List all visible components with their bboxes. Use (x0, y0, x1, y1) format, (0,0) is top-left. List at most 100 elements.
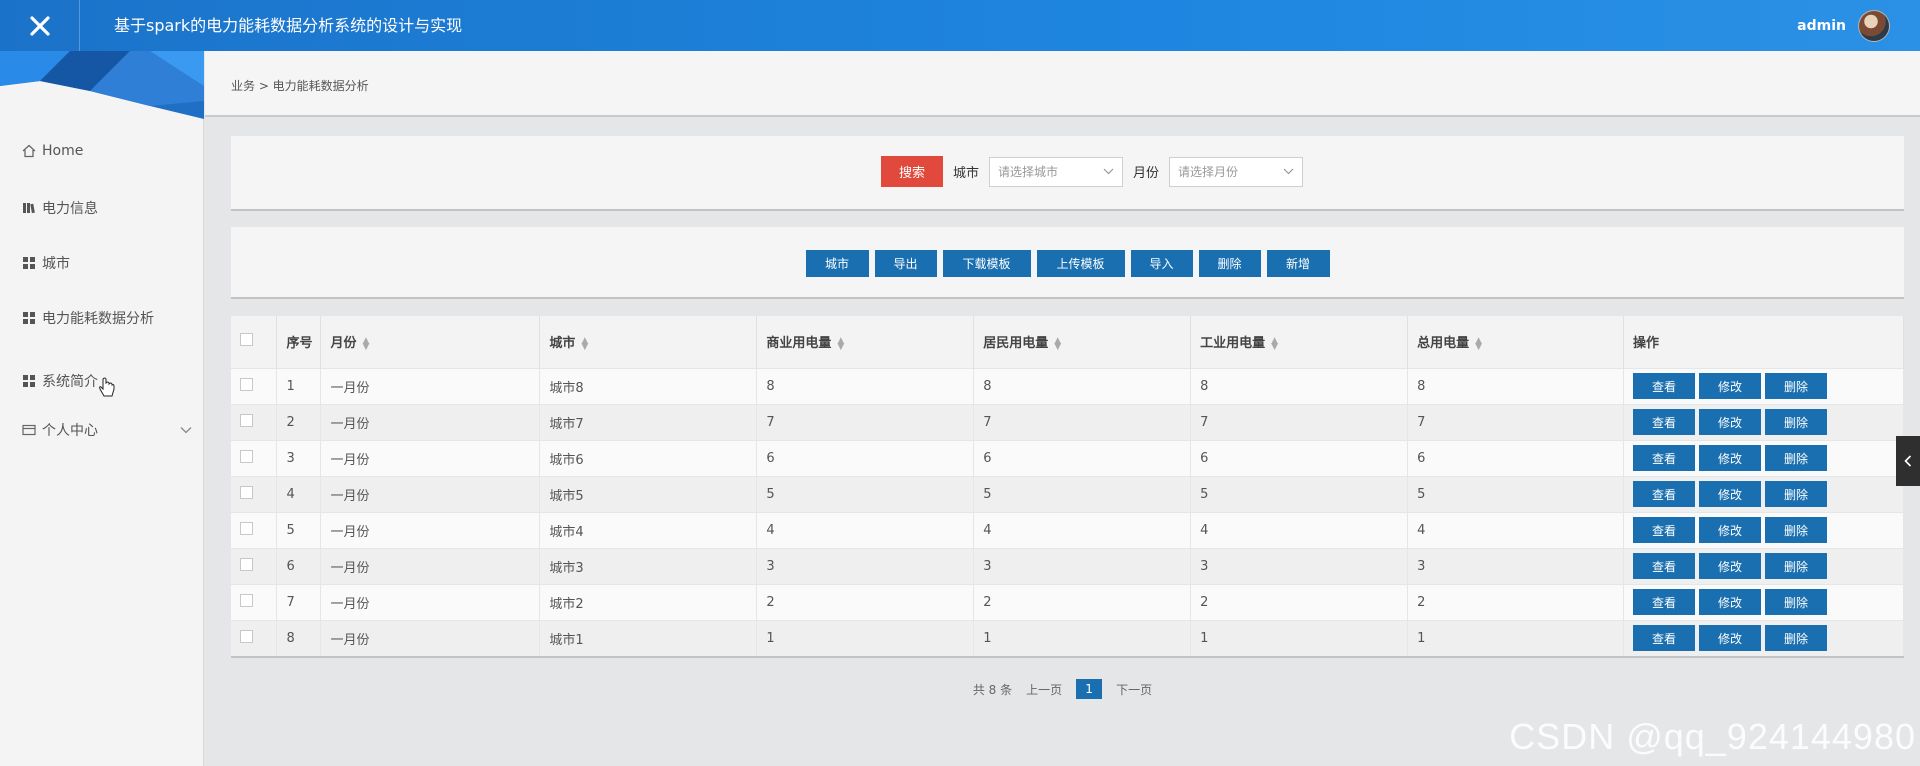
table-row[interactable]: 2 一月份 城市7 7 7 7 7 查看 修改 删除 (231, 403, 1904, 440)
table-row[interactable]: 3 一月份 城市6 6 6 6 6 查看 修改 删除 (231, 439, 1904, 476)
sort-icon[interactable]: ▲ ▼ (581, 336, 588, 351)
sidebar-item-city[interactable]: 城市 (22, 253, 192, 273)
cell-city: 城市3 (539, 547, 758, 584)
select-all-checkbox[interactable] (240, 333, 253, 347)
sort-icon[interactable]: ▲ ▼ (362, 336, 369, 351)
close-button[interactable] (0, 0, 80, 51)
city-button[interactable]: 城市 (805, 250, 869, 277)
edit-button[interactable]: 修改 (1699, 625, 1761, 652)
view-button[interactable]: 查看 (1633, 589, 1695, 615)
sort-icon[interactable]: ▲ ▼ (1054, 336, 1061, 351)
row-checkbox[interactable] (240, 485, 253, 499)
view-button[interactable]: 查看 (1633, 625, 1695, 652)
next-page[interactable]: 下一页 (1116, 681, 1152, 698)
row-checkbox[interactable] (240, 449, 253, 463)
month-select[interactable]: 请选择月份 (1169, 156, 1304, 187)
sidebar-item-label: Home (42, 143, 84, 159)
download-template-button[interactable]: 下载模板 (942, 250, 1031, 277)
cell-month: 一月份 (320, 547, 541, 584)
row-delete-button[interactable]: 删除 (1765, 553, 1827, 579)
collapse-panel-toggle[interactable] (1896, 436, 1920, 486)
view-button[interactable]: 查看 (1633, 481, 1695, 507)
row-delete-button[interactable]: 删除 (1765, 373, 1827, 399)
view-button[interactable]: 查看 (1633, 409, 1695, 435)
row-checkbox[interactable] (240, 521, 253, 535)
sidebar-item-system-intro[interactable]: 系统简介 (22, 363, 192, 399)
sidebar-item-label: 个人中心 (42, 423, 98, 439)
column-header-industrial[interactable]: 工业用电量 ▲ ▼ (1190, 316, 1409, 368)
row-delete-button[interactable]: 删除 (1765, 481, 1827, 507)
cell-industrial: 3 (1190, 547, 1409, 584)
row-checkbox[interactable] (240, 413, 253, 427)
row-select-cell (231, 439, 278, 476)
table-row[interactable]: 7 一月份 城市2 2 2 2 2 查看 修改 删除 (231, 583, 1904, 620)
row-delete-button[interactable]: 删除 (1765, 625, 1827, 652)
edit-button[interactable]: 修改 (1699, 445, 1761, 471)
delete-button[interactable]: 删除 (1198, 250, 1261, 277)
row-delete-button[interactable]: 删除 (1765, 409, 1827, 435)
row-delete-button[interactable]: 删除 (1765, 517, 1827, 543)
sidebar-item-power-info[interactable]: 电力信息 (22, 198, 192, 218)
edit-button[interactable]: 修改 (1699, 553, 1761, 579)
column-header-city[interactable]: 城市 ▲ ▼ (539, 316, 758, 368)
view-button[interactable]: 查看 (1633, 553, 1695, 579)
cell-industrial: 7 (1190, 403, 1409, 440)
export-button[interactable]: 导出 (874, 250, 937, 277)
table-row[interactable]: 1 一月份 城市8 8 8 8 8 查看 修改 删除 (231, 367, 1904, 404)
search-button[interactable]: 搜索 (881, 156, 943, 187)
row-checkbox[interactable] (240, 557, 253, 571)
sidebar-item-personal-center[interactable]: 个人中心 (22, 420, 192, 440)
edit-button[interactable]: 修改 (1699, 481, 1761, 507)
close-icon (29, 15, 50, 36)
edit-button[interactable]: 修改 (1699, 373, 1761, 399)
grid-icon (22, 311, 36, 325)
upload-template-button[interactable]: 上传模板 (1036, 250, 1125, 277)
user-name[interactable]: admin (1797, 18, 1846, 34)
import-button[interactable]: 导入 (1130, 250, 1193, 277)
cell-residential: 3 (973, 547, 1192, 584)
table-row[interactable]: 4 一月份 城市5 5 5 5 5 查看 修改 删除 (231, 475, 1904, 512)
row-delete-button[interactable]: 删除 (1765, 445, 1827, 471)
row-checkbox[interactable] (240, 629, 253, 643)
breadcrumb: 业务 > 电力能耗数据分析 (231, 79, 369, 93)
row-delete-button[interactable]: 删除 (1765, 589, 1827, 615)
sort-icon[interactable]: ▲ ▼ (837, 336, 844, 351)
edit-button[interactable]: 修改 (1699, 517, 1761, 543)
column-header-label: 城市 (549, 336, 576, 352)
cell-no: 4 (276, 475, 322, 512)
table-row[interactable]: 6 一月份 城市3 3 3 3 3 查看 修改 删除 (231, 547, 1904, 584)
prev-page[interactable]: 上一页 (1026, 681, 1062, 698)
table-row[interactable]: 8 一月份 城市1 1 1 1 1 查看 修改 删除 (231, 619, 1904, 656)
row-select-cell (231, 547, 278, 584)
city-select[interactable]: 请选择城市 (989, 156, 1124, 187)
table-row[interactable]: 5 一月份 城市4 4 4 4 4 查看 修改 删除 (231, 511, 1904, 548)
cell-city: 城市6 (539, 439, 758, 476)
row-checkbox[interactable] (240, 377, 253, 391)
column-header-month[interactable]: 月份 ▲ ▼ (320, 316, 541, 368)
avatar[interactable] (1858, 9, 1890, 42)
row-checkbox[interactable] (240, 593, 253, 607)
column-header-commercial[interactable]: 商业用电量 ▲ ▼ (756, 316, 975, 368)
column-header-residential[interactable]: 居民用电量 ▲ ▼ (973, 316, 1192, 368)
add-button[interactable]: 新增 (1266, 250, 1330, 277)
sort-icon[interactable]: ▲ ▼ (1271, 336, 1278, 351)
current-page[interactable]: 1 (1076, 679, 1103, 699)
sort-icon[interactable]: ▲ ▼ (1475, 336, 1482, 351)
column-header-total[interactable]: 总用电量 ▲ ▼ (1407, 316, 1624, 368)
sidebar-item-home[interactable]: Home (22, 143, 192, 159)
cell-total: 1 (1407, 619, 1624, 656)
cell-residential: 7 (973, 403, 1192, 440)
view-button[interactable]: 查看 (1633, 517, 1695, 543)
edit-button[interactable]: 修改 (1699, 409, 1761, 435)
sidebar-item-analysis[interactable]: 电力能耗数据分析 (22, 308, 192, 328)
edit-button[interactable]: 修改 (1699, 589, 1761, 615)
cell-industrial: 4 (1190, 511, 1409, 548)
view-button[interactable]: 查看 (1633, 373, 1695, 399)
cell-total: 3 (1407, 547, 1624, 584)
view-button[interactable]: 查看 (1633, 445, 1695, 471)
cell-actions: 查看 修改 删除 (1623, 403, 1904, 440)
action-panel: 城市 导出 下载模板 上传模板 导入 删除 新增 (231, 227, 1904, 299)
cell-total: 7 (1407, 403, 1624, 440)
cell-total: 6 (1407, 439, 1624, 476)
user-menu[interactable]: admin (1797, 0, 1890, 51)
